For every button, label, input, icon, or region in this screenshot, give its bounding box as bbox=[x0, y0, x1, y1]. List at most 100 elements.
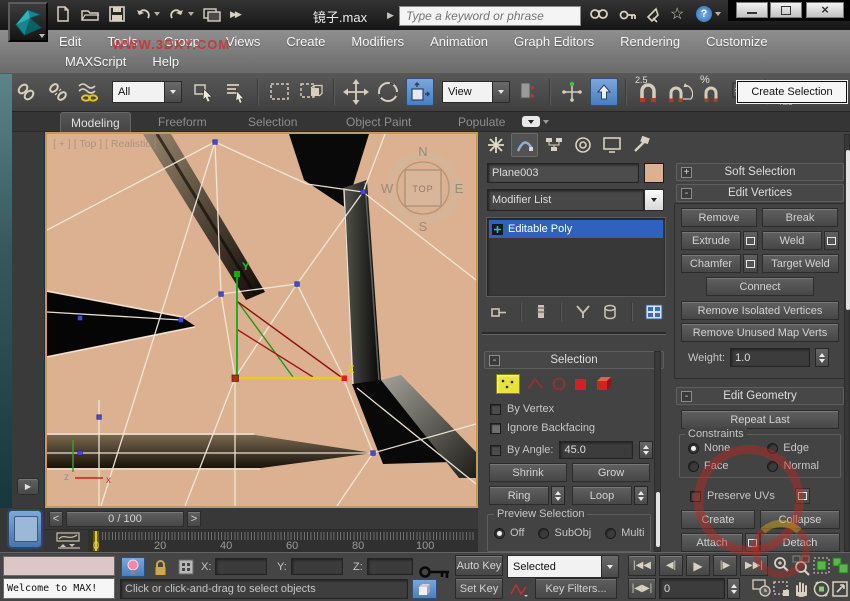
repeat-last-button[interactable]: Repeat Last bbox=[681, 410, 839, 429]
make-unique-icon[interactable] bbox=[574, 303, 592, 321]
by-angle-checkbox[interactable] bbox=[490, 445, 501, 456]
menu-graph-editors[interactable]: Graph Editors bbox=[501, 30, 607, 52]
by-vertex-checkbox[interactable] bbox=[490, 404, 501, 415]
select-and-move-icon[interactable] bbox=[342, 78, 370, 106]
x-coord-field[interactable] bbox=[215, 558, 267, 575]
menu-help[interactable]: Help bbox=[139, 51, 192, 73]
attach-button[interactable]: Attach bbox=[681, 533, 743, 552]
search-input[interactable] bbox=[399, 6, 581, 26]
extrude-button[interactable]: Extrude bbox=[681, 231, 741, 250]
panel2-scrollbar[interactable] bbox=[844, 134, 850, 552]
remove-isolated-vertices-button[interactable]: Remove Isolated Vertices bbox=[681, 301, 839, 320]
ribbon-minimize-button[interactable] bbox=[522, 116, 549, 127]
zoom-all-button[interactable] bbox=[792, 555, 811, 576]
z-coord-field[interactable] bbox=[367, 558, 413, 575]
ribbon-tab-object-paint[interactable]: Object Paint bbox=[336, 112, 421, 131]
save-icon[interactable] bbox=[108, 5, 126, 23]
redo-button[interactable] bbox=[168, 6, 194, 22]
auto-key-button[interactable]: Auto Key bbox=[455, 555, 503, 576]
selection-filter-dropdown[interactable]: All bbox=[112, 81, 182, 103]
compass-south[interactable]: S bbox=[419, 219, 428, 234]
selected-vertex[interactable] bbox=[232, 375, 239, 382]
weight-spinner[interactable] bbox=[815, 348, 829, 367]
shrink-button[interactable]: Shrink bbox=[489, 463, 567, 482]
time-configuration-button[interactable] bbox=[752, 578, 771, 599]
grow-button[interactable]: Grow bbox=[572, 463, 650, 482]
select-and-rotate-icon[interactable] bbox=[374, 78, 402, 106]
constraint-face-radio[interactable] bbox=[688, 461, 699, 472]
compass-east[interactable]: E bbox=[455, 181, 464, 196]
key-mode-toggle-button[interactable]: |◀▶| bbox=[628, 578, 656, 599]
keyboard-shortcut-override-button[interactable] bbox=[590, 78, 618, 106]
default-in-out-tangents-button[interactable] bbox=[507, 578, 531, 599]
go-to-end-button[interactable]: ▶▶| bbox=[740, 555, 768, 576]
ignore-backfacing-checkbox[interactable] bbox=[490, 423, 501, 434]
rectangular-selection-region-icon[interactable] bbox=[266, 78, 294, 106]
collapse-icon[interactable]: - bbox=[489, 355, 500, 366]
modifier-stack[interactable]: Editable Poly bbox=[486, 217, 666, 297]
rollout-soft-selection[interactable]: + Soft Selection bbox=[676, 163, 844, 181]
rollout-edit-geometry[interactable]: - Edit Geometry bbox=[676, 387, 844, 405]
menu-edit[interactable]: Edit bbox=[46, 30, 94, 52]
open-mini-curve-editor-button[interactable] bbox=[55, 532, 83, 550]
menu-animation[interactable]: Animation bbox=[417, 30, 501, 52]
subobject-vertex-button[interactable] bbox=[496, 374, 520, 394]
communication-key-icon[interactable] bbox=[618, 6, 638, 24]
configure-modifier-sets-icon[interactable] bbox=[645, 304, 663, 320]
time-slider-prev-button[interactable]: < bbox=[49, 511, 63, 527]
previous-frame-button[interactable]: ◀| bbox=[659, 555, 683, 576]
ribbon-tab-modeling[interactable]: Modeling bbox=[60, 112, 131, 132]
caption-expand-arrow[interactable]: ▶ bbox=[387, 10, 394, 21]
pin-stack-icon[interactable] bbox=[490, 303, 508, 321]
open-file-icon[interactable] bbox=[80, 5, 100, 23]
ribbon-tab-freeform[interactable]: Freeform bbox=[148, 112, 217, 131]
qat-overflow-button[interactable]: ▶▶ bbox=[230, 9, 240, 20]
constraint-edge-radio[interactable] bbox=[767, 443, 778, 454]
viewport-layout-tab[interactable] bbox=[7, 509, 43, 549]
percent-snap-toggle-icon[interactable]: % bbox=[698, 78, 726, 106]
detach-button[interactable]: Detach bbox=[760, 533, 840, 552]
snaps-toggle-2.5-icon[interactable]: 2.5 bbox=[634, 78, 662, 106]
subobject-polygon-button[interactable] bbox=[573, 376, 589, 392]
new-file-icon[interactable] bbox=[54, 5, 72, 23]
viewport-canvas[interactable]: Y X z x TOP N W E S [ + ] [ Top ] [ bbox=[47, 134, 476, 506]
preserve-uvs-settings-button[interactable] bbox=[795, 488, 810, 504]
preserve-uvs-checkbox[interactable] bbox=[690, 491, 701, 502]
time-slider-handle[interactable]: 0 / 100 bbox=[66, 511, 184, 527]
set-key-button[interactable]: Set Key bbox=[455, 578, 503, 599]
collapse-button[interactable]: Collapse bbox=[760, 510, 840, 529]
select-and-scale-button[interactable] bbox=[406, 78, 434, 106]
search-icon[interactable] bbox=[588, 6, 610, 24]
select-and-manipulate-icon[interactable] bbox=[558, 78, 586, 106]
help-button[interactable]: ? bbox=[696, 6, 721, 22]
menu-customize[interactable]: Customize bbox=[693, 30, 780, 52]
ring-spinner[interactable] bbox=[551, 486, 565, 505]
tab-hierarchy-icon[interactable] bbox=[540, 133, 567, 157]
panel2-scrollbar-thumb[interactable] bbox=[846, 150, 850, 310]
reference-coordinate-system-dropdown[interactable]: View bbox=[442, 81, 510, 103]
object-name-field[interactable]: Plane003 bbox=[487, 163, 639, 183]
select-object-icon[interactable] bbox=[190, 78, 218, 106]
chamfer-button[interactable]: Chamfer bbox=[681, 254, 741, 273]
region-zoom-button[interactable] bbox=[772, 578, 791, 599]
satellite-icon[interactable] bbox=[644, 5, 664, 24]
show-end-result-icon[interactable] bbox=[534, 303, 548, 321]
constraint-normal-radio[interactable] bbox=[767, 461, 778, 472]
target-weld-button[interactable]: Target Weld bbox=[762, 254, 839, 273]
tab-utilities-icon[interactable] bbox=[627, 133, 654, 157]
time-slider-track[interactable]: < 0 / 100 > bbox=[45, 508, 478, 530]
collapse-icon[interactable]: - bbox=[681, 391, 692, 402]
zoom-extents-all-button[interactable] bbox=[831, 555, 850, 576]
panel1-scrollbar[interactable] bbox=[654, 351, 661, 552]
tab-display-icon[interactable] bbox=[598, 133, 625, 157]
stack-item-editable-poly[interactable]: Editable Poly bbox=[489, 220, 663, 238]
compass-west[interactable]: W bbox=[381, 181, 394, 196]
break-button[interactable]: Break bbox=[762, 208, 838, 227]
maximize-button[interactable] bbox=[770, 2, 802, 18]
by-angle-field[interactable]: 45.0 bbox=[559, 441, 633, 459]
ring-button[interactable]: Ring bbox=[489, 486, 549, 505]
tab-create-icon[interactable] bbox=[482, 133, 509, 157]
grid-snap-cube-button[interactable] bbox=[412, 579, 437, 599]
application-menu-button[interactable] bbox=[8, 2, 48, 42]
subobject-element-button[interactable] bbox=[594, 375, 614, 393]
